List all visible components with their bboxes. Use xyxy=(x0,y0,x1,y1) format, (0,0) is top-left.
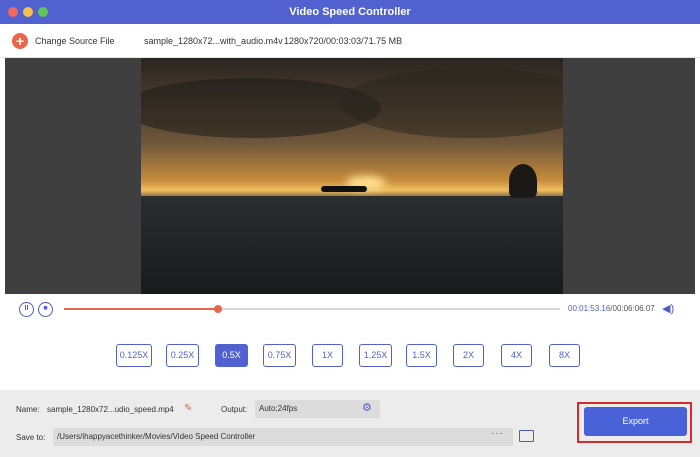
speed-button[interactable]: 8X xyxy=(549,344,580,367)
speed-button[interactable]: 0.125X xyxy=(116,344,152,367)
output-label: Output: xyxy=(221,405,248,414)
output-name-value: sample_1280x72...udio_speed.mp4 xyxy=(47,405,174,414)
video-preview-area xyxy=(5,58,695,294)
speed-button[interactable]: 0.25X xyxy=(166,344,199,367)
current-time: 00:01:53.16 xyxy=(568,304,611,313)
video-frame xyxy=(141,58,563,294)
speed-options: 0.125X 0.25X 0.5X 0.75X 1X 1.25X 1.5X 2X 4X 8X xyxy=(0,324,700,390)
save-path-field[interactable]: /Users/ihappyacethinker/Movies/Video Spe… xyxy=(53,428,513,446)
plus-circle-icon[interactable]: + xyxy=(12,33,28,49)
volume-icon[interactable]: ◀) xyxy=(662,302,674,315)
time-display: 00:01:53.16/00:06:06.07 xyxy=(568,304,655,313)
speed-button[interactable]: 0.5X xyxy=(215,344,248,367)
source-file-name: sample_1280x72...with_audio.m4v xyxy=(144,36,283,46)
window-title: Video Speed Controller xyxy=(289,6,411,18)
speed-button[interactable]: 1.5X xyxy=(406,344,437,367)
title-bar: Video Speed Controller xyxy=(0,0,700,24)
folder-icon[interactable] xyxy=(519,430,534,442)
app-window: Video Speed Controller + Change Source F… xyxy=(0,0,700,457)
speed-button[interactable]: 1X xyxy=(312,344,343,367)
speed-button[interactable]: 1.25X xyxy=(359,344,392,367)
speed-button[interactable]: 4X xyxy=(501,344,532,367)
total-time: /00:06:06.07 xyxy=(610,304,655,313)
gear-icon[interactable]: ⚙ xyxy=(362,401,372,414)
speed-button[interactable]: 2X xyxy=(453,344,484,367)
source-file-info: 1280x720/00:03:03/71.75 MB xyxy=(284,36,403,46)
name-label: Name: xyxy=(16,405,40,414)
progress-slider[interactable] xyxy=(64,305,560,313)
progress-fill xyxy=(64,308,218,310)
change-source-button[interactable]: Change Source File xyxy=(35,36,115,46)
progress-thumb[interactable] xyxy=(213,305,222,313)
speed-button[interactable]: 0.75X xyxy=(263,344,296,367)
source-bar: + Change Source File sample_1280x72...wi… xyxy=(0,24,700,58)
stop-icon[interactable]: ■ xyxy=(38,302,53,317)
pause-icon[interactable]: II xyxy=(19,302,34,317)
playback-controls: II ■ 00:01:53.16/00:06:06.07 ◀) xyxy=(0,294,700,324)
browse-more-icon[interactable]: ··· xyxy=(491,428,504,439)
save-to-label: Save to: xyxy=(16,433,46,442)
export-button[interactable]: Export xyxy=(584,407,687,436)
pencil-icon[interactable]: ✎ xyxy=(184,403,192,414)
